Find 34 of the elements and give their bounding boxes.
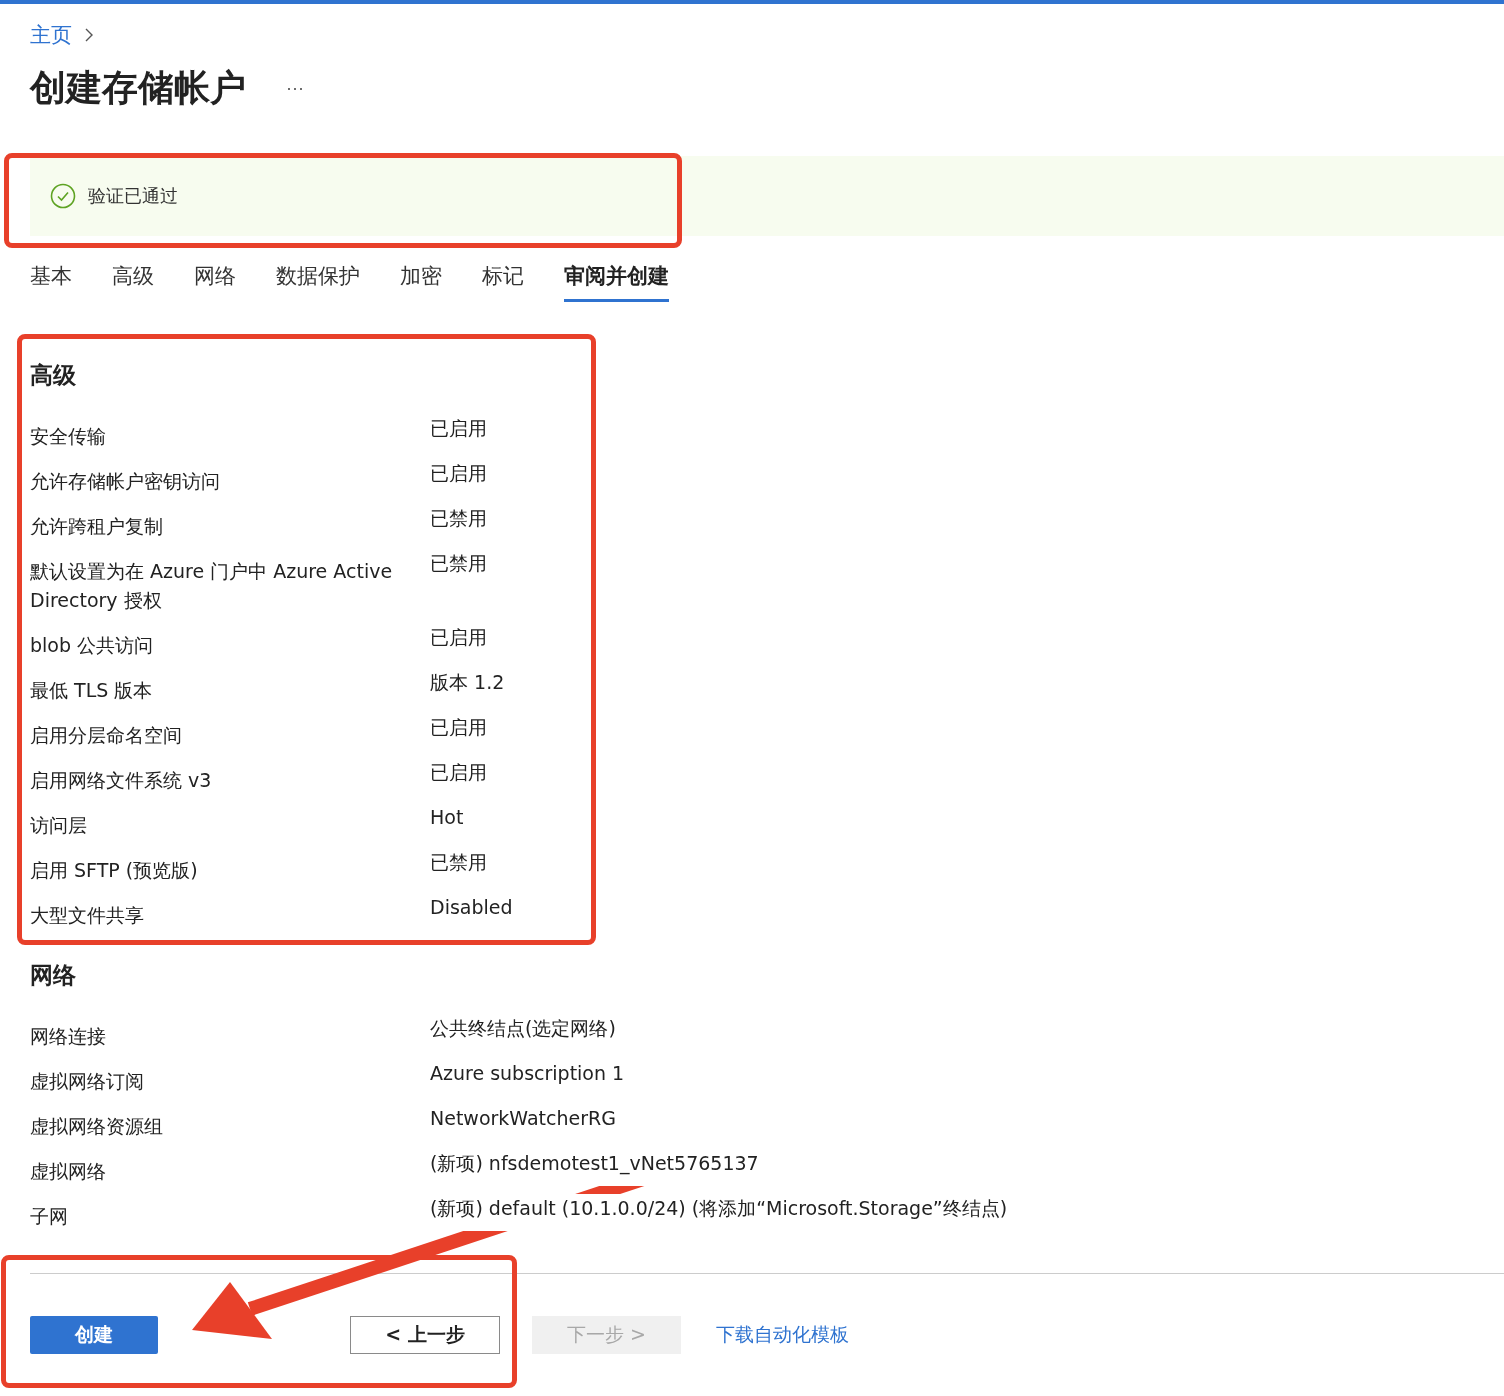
field-label: 虚拟网络资源组 xyxy=(30,1114,164,1139)
field-label: 网络连接 xyxy=(30,1024,107,1049)
tab[interactable]: 高级 xyxy=(112,256,154,302)
field-label: 虚拟网络订阅 xyxy=(30,1069,145,1094)
download-template-link[interactable]: 下载自动化模板 xyxy=(709,1316,856,1354)
field-label: 启用 SFTP (预览版) xyxy=(30,858,199,883)
page-title: 创建存储帐户 xyxy=(30,65,246,110)
field-label: 允许存储帐户密钥访问 xyxy=(30,469,221,494)
breadcrumb-link[interactable]: 主页 xyxy=(30,21,72,49)
field-value: (新项) default (10.1.0.0/24) (将添加“Microsoft.Storage”终结点) xyxy=(430,1194,1008,1231)
tab[interactable]: 基本 xyxy=(30,256,72,302)
field-label: 启用网络文件系统 v3 xyxy=(30,768,213,793)
field-label: 虚拟网络 xyxy=(30,1159,107,1184)
field-label: 默认设置为在 Azure 门户中 Azure Active Directory 授权 xyxy=(30,559,394,613)
section-heading: 高级 xyxy=(30,361,77,390)
tab[interactable]: 网络 xyxy=(194,256,236,302)
tab[interactable]: 审阅并创建 xyxy=(564,256,669,302)
previous-button[interactable]: < 上一步 xyxy=(350,1316,500,1354)
field-label: 访问层 xyxy=(30,813,88,838)
field-label: 安全传输 xyxy=(30,424,107,449)
field-label: blob 公共访问 xyxy=(30,633,155,658)
field-label: 大型文件共享 xyxy=(30,903,145,928)
field-label: 最低 TLS 版本 xyxy=(30,678,154,703)
tab[interactable]: 标记 xyxy=(482,256,524,302)
create-button[interactable]: 创建 xyxy=(30,1316,158,1354)
tab[interactable]: 数据保护 xyxy=(276,256,360,302)
field-label: 子网 xyxy=(30,1204,69,1229)
field-label: 允许跨租户复制 xyxy=(30,514,164,539)
tab[interactable]: 加密 xyxy=(400,256,442,302)
more-button[interactable]: ··· xyxy=(286,77,304,99)
chevron-right-icon xyxy=(84,27,94,43)
section-heading: 网络 xyxy=(30,961,77,990)
banner-text: 验证已通过 xyxy=(88,184,178,208)
field-label: 启用分层命名空间 xyxy=(30,723,183,748)
